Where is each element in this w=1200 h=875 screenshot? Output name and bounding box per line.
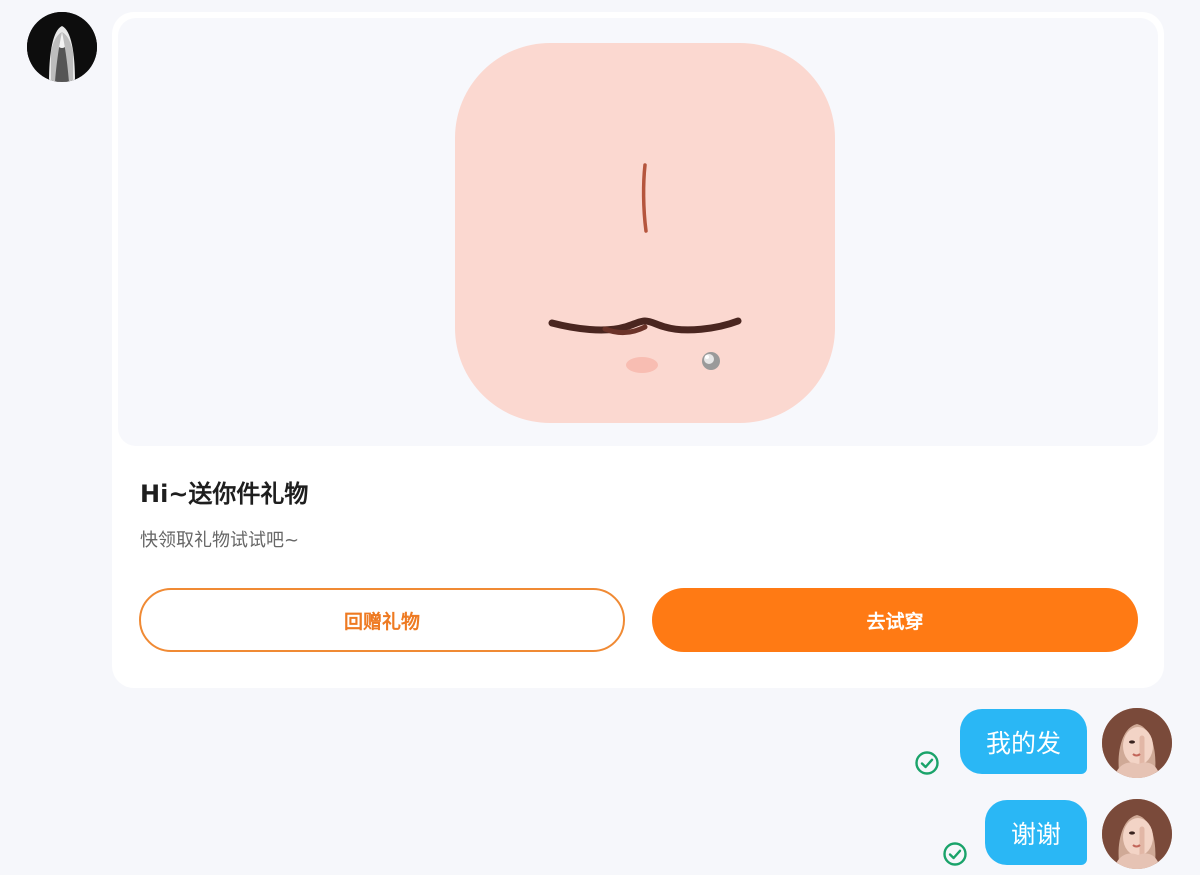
my-avatar[interactable]: [1102, 708, 1172, 778]
return-gift-button[interactable]: 回赠礼物: [139, 588, 625, 652]
gift-card: Hi~送你件礼物 快领取礼物试试吧~ 回赠礼物 去试穿: [112, 12, 1164, 688]
sender-avatar[interactable]: [27, 12, 97, 82]
check-circle-icon: [943, 842, 967, 866]
gift-preview[interactable]: [118, 18, 1158, 446]
chat-window: Hi~送你件礼物 快领取礼物试试吧~ 回赠礼物 去试穿 我的发 谢谢: [0, 0, 1200, 875]
check-circle-icon: [915, 751, 939, 775]
face-makeup-gift-image: [455, 43, 835, 423]
gift-card-subtitle: 快领取礼物试试吧~: [140, 530, 300, 551]
try-on-button[interactable]: 去试穿: [652, 588, 1138, 652]
gift-card-title: Hi~送你件礼物: [140, 480, 309, 508]
message-bubble[interactable]: 谢谢: [984, 800, 1087, 865]
my-avatar[interactable]: [1102, 799, 1172, 869]
message-bubble[interactable]: 我的发: [959, 709, 1087, 774]
